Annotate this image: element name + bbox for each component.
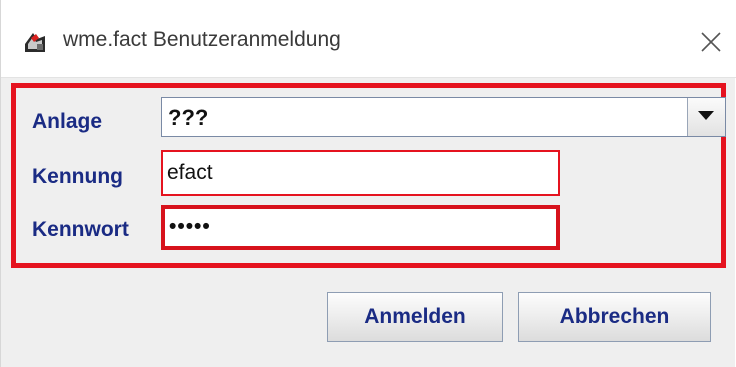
dropdown-arrow-button[interactable] <box>687 98 725 136</box>
kennwort-field[interactable]: ••••• <box>161 205 560 250</box>
kennung-field[interactable]: efact <box>161 150 560 196</box>
kennung-label: Kennung <box>32 165 123 188</box>
abbrechen-button[interactable]: Abbrechen <box>518 292 711 342</box>
login-form-highlight: Anlage ??? Kennung efact Kennwort ••••• <box>11 83 726 268</box>
anmelden-button[interactable]: Anmelden <box>327 292 503 342</box>
wme-fact-app-icon <box>23 30 47 54</box>
close-icon[interactable] <box>695 26 727 58</box>
anlage-selected-value: ??? <box>168 105 209 130</box>
login-dialog: wme.fact Benutzeranmeldung Anlage ??? Ke… <box>0 0 736 367</box>
window-title: wme.fact Benutzeranmeldung <box>63 28 341 51</box>
anlage-dropdown[interactable]: ??? <box>161 97 726 137</box>
kennwort-label: Kennwort <box>32 218 129 241</box>
anlage-label: Anlage <box>32 110 103 133</box>
title-bar[interactable]: wme.fact Benutzeranmeldung <box>1 0 736 78</box>
